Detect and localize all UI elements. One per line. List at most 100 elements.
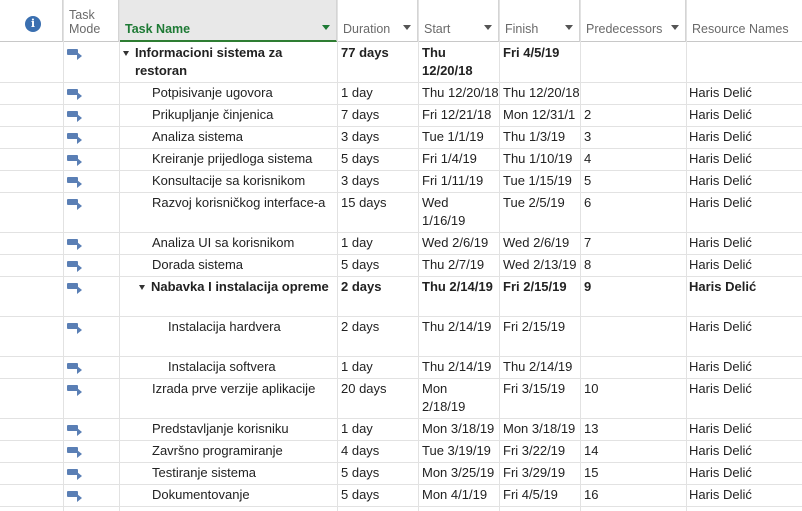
duration-header[interactable]: Duration bbox=[337, 0, 418, 42]
start-cell[interactable]: Tue 1/1/19 bbox=[422, 128, 500, 146]
start-cell-line1[interactable]: Mon bbox=[422, 380, 500, 398]
finish-cell[interactable]: Fri 3/22/19 bbox=[503, 442, 581, 460]
chevron-down-icon[interactable] bbox=[671, 25, 679, 30]
finish-cell[interactable]: Wed 2/6/19 bbox=[503, 234, 581, 252]
task-name-cell[interactable]: Konsultacije sa korisnikom bbox=[152, 172, 335, 190]
start-cell[interactable]: Tue 3/19/19 bbox=[422, 442, 500, 460]
resource-names-cell[interactable]: Haris Delić bbox=[689, 442, 801, 460]
start-cell-line1[interactable]: Thu bbox=[422, 44, 500, 62]
task-name-cell[interactable]: Analiza UI sa korisnikom bbox=[152, 234, 335, 252]
duration-cell[interactable]: 3 days bbox=[341, 172, 417, 190]
finish-cell[interactable]: Fri 3/15/19 bbox=[503, 380, 581, 398]
start-cell[interactable]: Mon 3/18/19 bbox=[422, 420, 500, 438]
start-cell[interactable]: Thu 2/14/19 bbox=[422, 358, 500, 376]
chevron-down-icon[interactable] bbox=[565, 25, 573, 30]
predecessors-cell[interactable]: 13 bbox=[584, 420, 684, 438]
finish-header[interactable]: Finish bbox=[499, 0, 580, 42]
task-name-header[interactable]: Task Name bbox=[119, 0, 337, 42]
task-name-cell[interactable]: Razvoj korisničkog interface-a bbox=[152, 194, 335, 212]
resource-names-cell[interactable]: Haris Delić bbox=[689, 150, 801, 168]
start-cell[interactable]: Thu 2/7/19 bbox=[422, 256, 500, 274]
duration-cell[interactable]: 4 days bbox=[341, 442, 417, 460]
finish-cell[interactable]: Thu 1/10/19 bbox=[503, 150, 581, 168]
task-name-cell[interactable]: Instalacija softvera bbox=[168, 358, 335, 376]
resource-names-cell[interactable]: Haris Delić bbox=[689, 420, 801, 438]
predecessors-cell[interactable]: 16 bbox=[584, 486, 684, 504]
chevron-down-icon[interactable] bbox=[403, 25, 411, 30]
task-name-cell[interactable]: Predstavljanje korisniku bbox=[152, 420, 335, 438]
duration-cell[interactable]: 1 day bbox=[341, 234, 417, 252]
finish-cell[interactable]: Fri 4/5/19 bbox=[503, 44, 581, 62]
start-cell[interactable]: Thu 2/14/19 bbox=[422, 318, 500, 336]
resource-names-cell[interactable]: Haris Delić bbox=[689, 256, 801, 274]
task-name-cell[interactable]: Potpisivanje ugovora bbox=[152, 84, 335, 102]
task-name-cell[interactable]: Testiranje sistema bbox=[152, 464, 335, 482]
start-cell[interactable]: Wed 2/6/19 bbox=[422, 234, 500, 252]
finish-cell[interactable]: Thu 1/3/19 bbox=[503, 128, 581, 146]
resource-names-cell[interactable]: Haris Delić bbox=[689, 172, 801, 190]
start-cell-line2[interactable]: 2/18/19 bbox=[422, 398, 500, 416]
finish-cell[interactable]: Wed 2/13/19 bbox=[503, 256, 581, 274]
start-cell[interactable]: Mon 3/25/19 bbox=[422, 464, 500, 482]
duration-cell[interactable]: 7 days bbox=[341, 106, 417, 124]
duration-cell[interactable]: 20 days bbox=[341, 380, 417, 398]
finish-cell[interactable]: Fri 2/15/19 bbox=[503, 278, 581, 296]
finish-cell[interactable]: Tue 1/15/19 bbox=[503, 172, 581, 190]
duration-cell[interactable]: 1 day bbox=[341, 84, 417, 102]
predecessors-header[interactable]: Predecessors bbox=[580, 0, 686, 42]
resource-names-header[interactable]: Resource Names bbox=[686, 0, 802, 42]
duration-cell[interactable]: 2 days bbox=[341, 318, 417, 336]
predecessors-cell[interactable]: 5 bbox=[584, 172, 684, 190]
duration-cell[interactable]: 5 days bbox=[341, 256, 417, 274]
resource-names-cell[interactable]: Haris Delić bbox=[689, 234, 801, 252]
start-cell[interactable]: Thu 2/14/19 bbox=[422, 278, 500, 296]
duration-cell[interactable]: 5 days bbox=[341, 486, 417, 504]
task-name-cell[interactable]: Informacioni sistema za bbox=[123, 44, 333, 62]
finish-cell[interactable]: Fri 2/15/19 bbox=[503, 318, 581, 336]
resource-names-cell[interactable]: Haris Delić bbox=[689, 128, 801, 146]
start-cell-line2[interactable]: 1/16/19 bbox=[422, 212, 500, 230]
chevron-down-icon[interactable] bbox=[484, 25, 492, 30]
finish-cell[interactable]: Mon 12/31/1 bbox=[503, 106, 581, 124]
start-cell[interactable]: Fri 1/11/19 bbox=[422, 172, 500, 190]
start-cell-line2[interactable]: 12/20/18 bbox=[422, 62, 500, 80]
finish-cell[interactable]: Fri 3/29/19 bbox=[503, 464, 581, 482]
chevron-down-icon[interactable] bbox=[322, 25, 330, 30]
finish-cell[interactable]: Thu 2/14/19 bbox=[503, 358, 581, 376]
resource-names-cell[interactable]: Haris Delić bbox=[689, 84, 801, 102]
predecessors-cell[interactable]: 14 bbox=[584, 442, 684, 460]
predecessors-cell[interactable]: 8 bbox=[584, 256, 684, 274]
predecessors-cell[interactable]: 2 bbox=[584, 106, 684, 124]
task-name-cell[interactable]: Dorada sistema bbox=[152, 256, 335, 274]
start-cell-line1[interactable]: Wed bbox=[422, 194, 500, 212]
finish-cell[interactable]: Fri 4/5/19 bbox=[503, 486, 581, 504]
duration-cell[interactable]: 5 days bbox=[341, 464, 417, 482]
predecessors-cell[interactable]: 9 bbox=[584, 278, 684, 296]
finish-cell[interactable]: Mon 3/18/19 bbox=[503, 420, 581, 438]
indicators-header[interactable]: i bbox=[0, 0, 63, 42]
predecessors-cell[interactable]: 10 bbox=[584, 380, 684, 398]
predecessors-cell[interactable]: 3 bbox=[584, 128, 684, 146]
start-cell[interactable]: Mon 4/1/19 bbox=[422, 486, 500, 504]
finish-cell[interactable]: Thu 12/20/18 bbox=[503, 84, 581, 102]
duration-cell[interactable]: 15 days bbox=[341, 194, 417, 212]
resource-names-cell[interactable]: Haris Delić bbox=[689, 358, 801, 376]
duration-cell[interactable]: 1 day bbox=[341, 420, 417, 438]
task-name-cell[interactable]: Analiza sistema bbox=[152, 128, 335, 146]
task-name-cell[interactable]: Izrada prve verzije aplikacije bbox=[152, 380, 335, 398]
resource-names-cell[interactable]: Haris Delić bbox=[689, 106, 801, 124]
resource-names-cell[interactable]: Haris Delić bbox=[689, 464, 801, 482]
predecessors-cell[interactable]: 6 bbox=[584, 194, 684, 212]
task-name-cell[interactable]: Dokumentovanje bbox=[152, 486, 335, 504]
task-name-cell[interactable]: Instalacija hardvera bbox=[168, 318, 335, 336]
task-name-cell[interactable]: Nabavka I instalacija opreme bbox=[139, 278, 335, 296]
duration-cell[interactable]: 3 days bbox=[341, 128, 417, 146]
start-cell[interactable]: Thu 12/20/18 bbox=[422, 84, 500, 102]
task-mode-header[interactable]: Task Mode bbox=[63, 0, 119, 42]
duration-cell[interactable]: 1 day bbox=[341, 358, 417, 376]
duration-cell[interactable]: 77 days bbox=[341, 44, 417, 62]
collapse-triangle-icon[interactable] bbox=[139, 285, 145, 291]
resource-names-cell[interactable]: Haris Delić bbox=[689, 486, 801, 504]
task-name-cell[interactable]: Završno programiranje bbox=[152, 442, 335, 460]
task-name-cell[interactable]: Kreiranje prijedloga sistema bbox=[152, 150, 335, 168]
